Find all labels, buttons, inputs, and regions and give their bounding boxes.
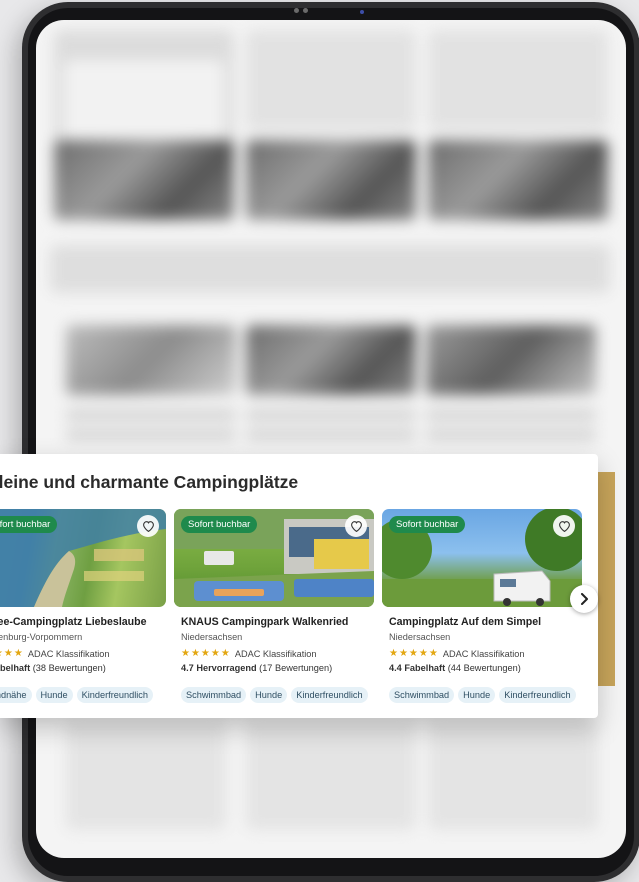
campsite-image[interactable]: Sofort buchbar <box>0 509 166 607</box>
review-count: (17 Bewertungen) <box>259 663 333 673</box>
rating-label: 4.7 Hervorragend <box>181 663 257 673</box>
section-title: Kleine und charmante Campingplätze <box>0 472 299 492</box>
star-rating: ★★★★★ <box>389 648 439 659</box>
rating-row: 4.4 Fabelhaft (38 Bewertungen) <box>0 663 166 673</box>
campsite-region: Niedersachsen <box>181 632 243 642</box>
campsite-name[interactable]: Campingplatz Auf dem Simpel <box>389 616 582 628</box>
camping-carousel-panel: Kleine und charmante Campingplätze Sofor… <box>0 454 598 718</box>
blurred-background-page <box>36 20 626 858</box>
tag-list: Strandnähe Hunde Kinderfreundlich <box>0 687 166 703</box>
tag-list: Schwimmbad Hunde Kinderfreundlich <box>389 687 582 703</box>
classification-label: ADAC Klassifikation <box>27 648 110 659</box>
camera-sensor <box>360 10 364 14</box>
instant-booking-badge: Sofort buchbar <box>0 516 58 533</box>
tag: Kinderfreundlich <box>291 687 368 703</box>
tag: Strandnähe <box>0 687 32 703</box>
instant-booking-badge: Sofort buchbar <box>389 516 466 533</box>
classification-row: ★★★★★ ADAC Klassifikation <box>0 648 166 659</box>
accent-strip <box>598 472 615 686</box>
campsite-card[interactable]: Sofort buchbar KNAUS Campingpark Walkenr… <box>174 509 374 703</box>
tag: Hunde <box>35 687 73 703</box>
rating-label: 4.4 Fabelhaft <box>389 663 446 673</box>
chevron-right-icon[interactable] <box>570 585 598 613</box>
rating-row: 4.7 Hervorragend (17 Bewertungen) <box>181 663 374 673</box>
tag-list: Schwimmbad Hunde Kinderfreundlich <box>181 687 374 703</box>
classification-label: ADAC Klassifikation <box>442 648 525 659</box>
tag: Schwimmbad <box>181 687 247 703</box>
instant-booking-badge: Sofort buchbar <box>181 516 258 533</box>
rating-label: 4.4 Fabelhaft <box>0 663 31 673</box>
campsite-region: Niedersachsen <box>389 632 451 642</box>
review-count: (38 Bewertungen) <box>32 663 106 673</box>
campsite-image[interactable]: Sofort buchbar <box>382 509 582 607</box>
review-count: (44 Bewertungen) <box>447 663 521 673</box>
campsite-name[interactable]: KNAUS Campingpark Walkenried <box>181 616 374 628</box>
classification-label: ADAC Klassifikation <box>234 648 317 659</box>
camera-dots <box>294 8 308 13</box>
star-rating: ★★★★★ <box>0 648 24 659</box>
campsite-region: Mecklenburg-Vorpommern <box>0 632 83 642</box>
campsite-image[interactable]: Sofort buchbar <box>174 509 374 607</box>
tablet-frame <box>22 2 639 882</box>
star-rating: ★★★★★ <box>181 648 231 659</box>
heart-icon[interactable] <box>137 515 159 537</box>
heart-icon[interactable] <box>345 515 367 537</box>
campsite-card[interactable]: Sofort buchbar Campingplatz Auf dem Simp… <box>382 509 582 703</box>
campsite-card[interactable]: Sofort buchbar Ostsee-Campingplatz Liebe… <box>0 509 166 703</box>
tag: Kinderfreundlich <box>76 687 153 703</box>
tag: Hunde <box>250 687 288 703</box>
tag: Kinderfreundlich <box>499 687 576 703</box>
campsite-name[interactable]: Ostsee-Campingplatz Liebeslaube <box>0 616 166 628</box>
tag: Schwimmbad <box>389 687 455 703</box>
heart-icon[interactable] <box>553 515 575 537</box>
tag: Hunde <box>458 687 496 703</box>
classification-row: ★★★★★ ADAC Klassifikation <box>389 648 582 659</box>
rating-row: 4.4 Fabelhaft (44 Bewertungen) <box>389 663 582 673</box>
tablet-screen <box>36 20 626 858</box>
classification-row: ★★★★★ ADAC Klassifikation <box>181 648 374 659</box>
